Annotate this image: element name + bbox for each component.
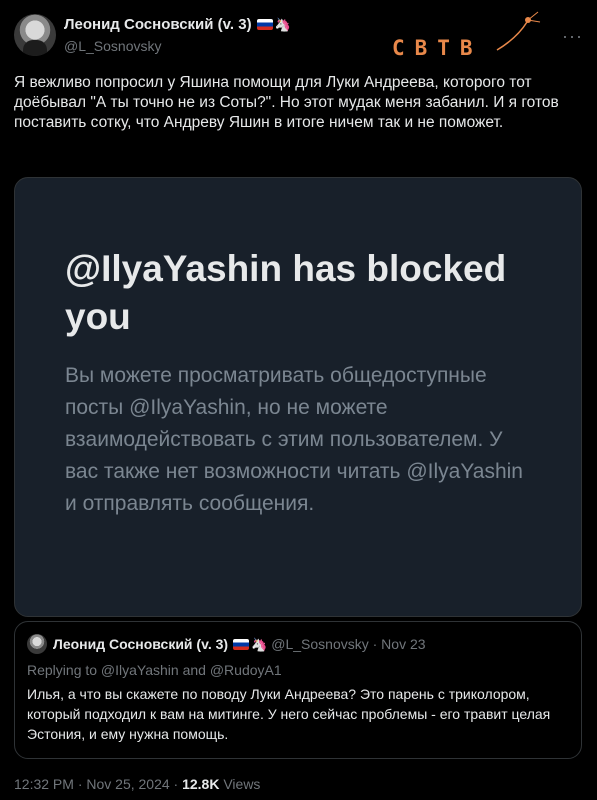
quoted-header: Леонид Сосновский (v. 3) 🦄 @L_Sosnovsky · …	[53, 636, 426, 653]
tweet-text: Я вежливо попросил у Яшина помощи для Лу…	[14, 74, 559, 131]
quoted-meta: @L_Sosnovsky · Nov 23	[271, 636, 426, 652]
views-count: 12.8K	[182, 776, 220, 792]
quoted-avatar	[27, 634, 47, 654]
flag-ru-icon	[233, 639, 250, 650]
quoted-tweet-card[interactable]: Леонид Сосновский (v. 3) 🦄 @L_Sosnovsky · …	[14, 621, 582, 759]
blocked-notice-card[interactable]: @IlyaYashin has blocked you Вы можете пр…	[14, 177, 582, 617]
blocked-description: Вы можете просматривать общедоступные по…	[65, 364, 523, 515]
quoted-author-name: Леонид Сосновский (v. 3)	[53, 636, 229, 652]
unicorn-icon: 🦄	[251, 637, 268, 652]
watermark-text: СВТВ	[392, 36, 483, 60]
avatar[interactable]	[14, 14, 56, 56]
views-label: Views	[223, 776, 261, 792]
more-icon[interactable]: ···	[562, 26, 583, 47]
replying-to: Replying to @IlyaYashin and @RudoyA1	[27, 662, 282, 678]
flag-ru-icon	[256, 19, 273, 30]
quoted-text: Илья, а что вы скажете по поводу Луки Ан…	[27, 686, 551, 742]
tweet-footer: 12:32 PM · Nov 25, 2024 · 12.8K Views	[14, 776, 260, 792]
author-handle[interactable]: @L_Sosnovsky	[64, 38, 161, 54]
unicorn-icon: 🦄	[274, 17, 291, 32]
author-name[interactable]: Леонид Сосновский (v. 3)	[64, 16, 252, 33]
watermark-logo: СВТВ	[392, 8, 542, 68]
timestamp[interactable]: 12:32 PM · Nov 25, 2024 ·	[14, 776, 178, 792]
author-name-line[interactable]: Леонид Сосновский (v. 3) 🦄	[64, 16, 291, 33]
blocked-title: @IlyaYashin has blocked you	[65, 248, 507, 337]
